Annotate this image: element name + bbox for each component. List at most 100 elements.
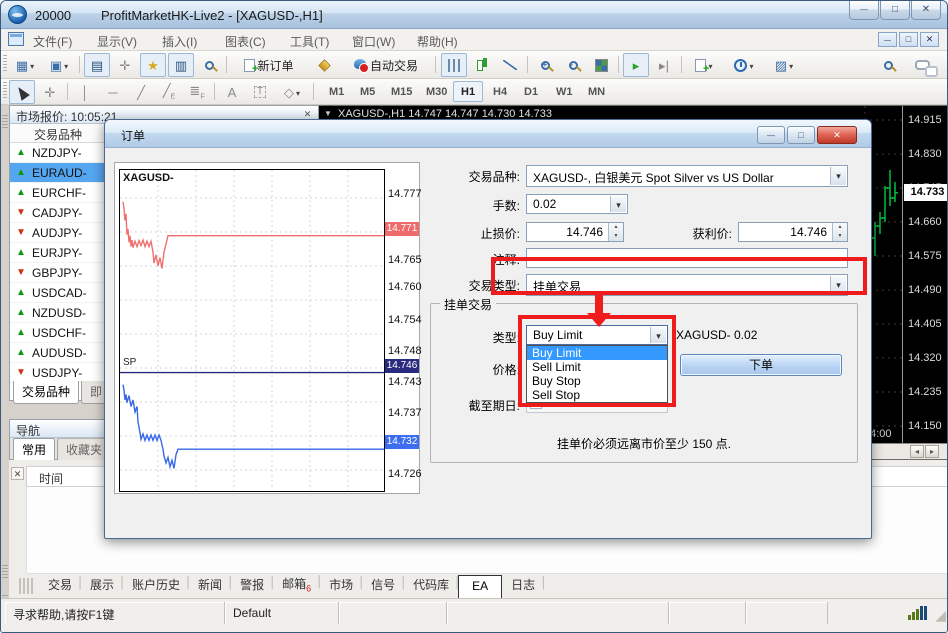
tile-windows-button[interactable] bbox=[588, 53, 614, 77]
tf-m5[interactable]: M5 bbox=[352, 81, 383, 102]
tab-code-base[interactable]: 代码库 bbox=[404, 573, 458, 598]
tab-market[interactable]: 市场 bbox=[320, 573, 362, 598]
tf-m30[interactable]: M30 bbox=[418, 81, 455, 102]
restore-button[interactable] bbox=[880, 1, 910, 20]
horizontal-line-button[interactable]: ─ bbox=[100, 80, 126, 104]
metaeditor-button[interactable] bbox=[311, 53, 337, 77]
mdi-minimize-button[interactable] bbox=[878, 32, 897, 47]
text-button[interactable]: A bbox=[219, 80, 245, 104]
take-profit-field[interactable]: 14.746 ▲▼ bbox=[738, 222, 848, 242]
line-chart-button[interactable] bbox=[497, 53, 523, 77]
scroll-right-button[interactable]: ▸ bbox=[925, 445, 939, 458]
menu-help[interactable]: 帮助(H) bbox=[411, 33, 464, 50]
minimize-button[interactable] bbox=[849, 1, 879, 20]
new-chart-button[interactable]: ▦ bbox=[9, 53, 41, 77]
tf-w1[interactable]: W1 bbox=[548, 81, 581, 102]
autotrading-button[interactable]: 自动交易 bbox=[341, 53, 431, 77]
tab-alerts[interactable]: 警报 bbox=[231, 573, 273, 598]
scroll-left-button[interactable]: ◂ bbox=[910, 445, 924, 458]
fibonacci-button[interactable]: ≣F bbox=[184, 80, 210, 104]
time-column-label[interactable]: 时间 bbox=[39, 472, 63, 486]
tab-account-history[interactable]: 账户历史 bbox=[123, 573, 189, 598]
chart-shift-button[interactable]: ▸| bbox=[651, 53, 677, 77]
tab-symbols[interactable]: 交易品种 bbox=[13, 381, 79, 404]
axis-label: 14.490 bbox=[908, 284, 948, 296]
tf-m1[interactable]: M1 bbox=[321, 81, 352, 102]
tab-trade[interactable]: 交易 bbox=[39, 573, 81, 598]
terminal-close-icon[interactable]: ✕ bbox=[11, 467, 24, 480]
menu-window[interactable]: 窗口(W) bbox=[346, 33, 401, 50]
chart-window-icon[interactable] bbox=[8, 32, 24, 46]
menu-insert[interactable]: 插入(I) bbox=[156, 33, 203, 50]
tab-ea[interactable]: EA bbox=[458, 575, 502, 598]
text-label-button[interactable]: T bbox=[247, 80, 273, 104]
tab-news[interactable]: 新闻 bbox=[189, 573, 231, 598]
symbol-label: 交易品种: bbox=[425, 168, 520, 185]
tab-mailbox[interactable]: 邮箱6 bbox=[273, 572, 320, 598]
mdi-restore-button[interactable] bbox=[899, 32, 918, 47]
dock-grip[interactable] bbox=[2, 115, 8, 129]
symbol-dropdown[interactable]: XAGUSD-, 白银美元 Spot Silver vs US Dollar bbox=[526, 165, 848, 187]
search-button[interactable] bbox=[875, 53, 901, 77]
cursor-button[interactable] bbox=[9, 80, 35, 104]
channel-button[interactable]: ╱E bbox=[156, 80, 182, 104]
bar-chart-button[interactable] bbox=[441, 53, 467, 77]
terminal-grip-icon[interactable] bbox=[19, 578, 33, 594]
tick-chart-panel: XAGUSD- SP 14.777 14.771 14.765 14.760 1… bbox=[114, 162, 420, 494]
dialog-minimize-button[interactable] bbox=[757, 126, 785, 144]
dialog-restore-button[interactable] bbox=[787, 126, 815, 144]
zoom-out-button[interactable]: - bbox=[560, 53, 586, 77]
volume-dropdown[interactable]: 0.02 bbox=[526, 194, 628, 214]
zoom-in-button[interactable]: + bbox=[532, 53, 558, 77]
mdi-close-button[interactable] bbox=[920, 32, 939, 47]
chat-button[interactable] bbox=[907, 53, 937, 77]
profiles-button[interactable]: ▣ bbox=[43, 53, 75, 77]
candlestick-button[interactable] bbox=[469, 53, 495, 77]
menu-tools[interactable]: 工具(T) bbox=[284, 33, 335, 50]
market-watch-button[interactable]: ▤ bbox=[84, 53, 110, 77]
chevron-down-icon[interactable] bbox=[830, 167, 846, 185]
bar-chart-icon bbox=[448, 59, 461, 72]
tab-common[interactable]: 常用 bbox=[13, 438, 55, 462]
tab-exposure[interactable]: 展示 bbox=[81, 573, 123, 598]
chevron-down-icon[interactable] bbox=[610, 196, 626, 212]
toolbar-grip[interactable] bbox=[3, 82, 7, 100]
terminal-button[interactable]: ▥ bbox=[168, 53, 194, 77]
menu-view[interactable]: 显示(V) bbox=[91, 33, 143, 50]
tf-d1[interactable]: D1 bbox=[516, 81, 546, 102]
navigator-button[interactable]: ★ bbox=[140, 53, 166, 77]
auto-scroll-button[interactable]: ▸ bbox=[623, 53, 649, 77]
dialog-title-bar[interactable]: 订单 bbox=[105, 120, 871, 148]
templates-button[interactable]: ▨ bbox=[766, 53, 802, 77]
stop-loss-field[interactable]: 14.746 ▲▼ bbox=[526, 222, 624, 242]
spinner-buttons[interactable]: ▲▼ bbox=[608, 223, 623, 241]
tf-m15[interactable]: M15 bbox=[383, 81, 420, 102]
tf-mn[interactable]: MN bbox=[580, 81, 613, 102]
vertical-line-button[interactable]: │ bbox=[72, 80, 98, 104]
shapes-button[interactable]: ◇ bbox=[275, 80, 309, 104]
data-window-button[interactable]: ✛ bbox=[112, 53, 138, 77]
periods-button[interactable] bbox=[726, 53, 762, 77]
indicators-button[interactable]: + bbox=[686, 53, 722, 77]
tf-h4[interactable]: H4 bbox=[485, 81, 515, 102]
tab-signals[interactable]: 信号 bbox=[362, 573, 404, 598]
tab-journal[interactable]: 日志 bbox=[502, 573, 544, 598]
resize-grip-icon[interactable]: ◢ bbox=[935, 607, 946, 624]
dialog-close-button[interactable] bbox=[817, 126, 857, 144]
status-profile[interactable]: Default bbox=[225, 602, 339, 624]
crosshair-button[interactable]: ✛ bbox=[37, 80, 63, 104]
menu-charts[interactable]: 图表(C) bbox=[219, 33, 272, 50]
axis-label: 14.235 bbox=[908, 386, 948, 398]
menu-file[interactable]: 文件(F) bbox=[27, 33, 78, 50]
spinner-buttons[interactable]: ▲▼ bbox=[832, 223, 847, 241]
strategy-tester-button[interactable] bbox=[196, 53, 222, 77]
new-order-button[interactable]: +新订单 bbox=[231, 53, 307, 77]
trendline-button[interactable]: ╱ bbox=[128, 80, 154, 104]
toolbar-grip[interactable] bbox=[3, 55, 7, 73]
script-icon bbox=[318, 59, 330, 71]
dock-grip[interactable] bbox=[2, 565, 8, 579]
close-button[interactable] bbox=[911, 1, 941, 20]
tf-h1[interactable]: H1 bbox=[453, 81, 483, 102]
tab-favorites[interactable]: 收藏夹 bbox=[57, 438, 111, 462]
place-order-button[interactable]: 下单 bbox=[680, 354, 842, 376]
